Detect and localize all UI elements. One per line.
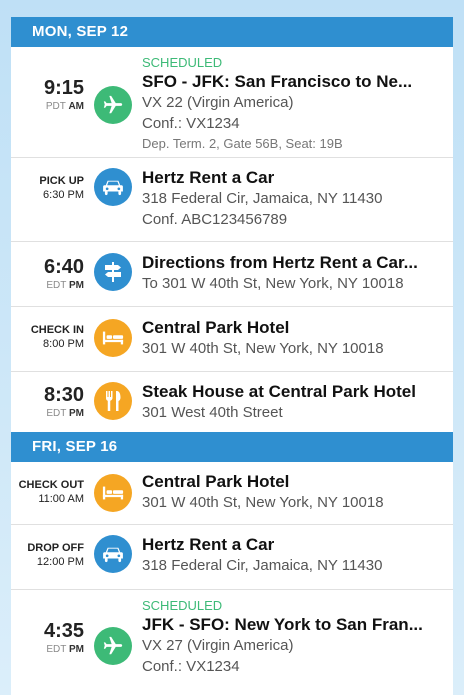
- label-block: CHECK IN 8:00 PM: [11, 323, 84, 351]
- car-icon: [94, 168, 132, 206]
- time-zone: PDT AM: [11, 100, 84, 113]
- item-details: Steak House at Central Park Hotel 301 We…: [142, 381, 443, 423]
- tz-label: EDT: [46, 408, 67, 419]
- flight-number: VX 27 (Virgin America): [142, 637, 294, 654]
- item-details: SCHEDULED JFK - SFO: New York to San Fra…: [142, 598, 443, 677]
- ampm-label: PM: [69, 644, 84, 655]
- tz-label: PDT: [45, 101, 66, 112]
- item-title: Steak House at Central Park Hotel: [142, 382, 416, 401]
- item-title: Hertz Rent a Car: [142, 168, 275, 187]
- itinerary-card: MON, SEP 12 9:15 PDT AM SCHEDULED SFO - …: [11, 17, 453, 695]
- label-block: DROP OFF 12:00 PM: [11, 541, 84, 569]
- itinerary-item-restaurant[interactable]: 8:30 EDT PM Steak House at Central Park …: [11, 372, 453, 432]
- confirmation: Conf.: VX1234: [142, 115, 240, 132]
- confirmation: Conf. ABC123456789: [142, 211, 288, 228]
- day-header-mon: MON, SEP 12: [11, 17, 453, 47]
- itinerary-item-car-pickup[interactable]: PICK UP 6:30 PM Hertz Rent a Car 318 Fed…: [11, 158, 453, 242]
- item-details: Central Park Hotel 301 W 40th St, New Yo…: [142, 471, 443, 513]
- item-title: Hertz Rent a Car: [142, 535, 275, 554]
- time-block: 4:35 EDT PM: [11, 620, 84, 656]
- event-label: DROP OFF: [27, 542, 84, 554]
- ampm-label: PM: [69, 408, 84, 419]
- confirmation: Conf.: VX1234: [142, 658, 240, 675]
- itinerary-item-hotel-checkout[interactable]: CHECK OUT 11:00 AM Central Park Hotel 30…: [11, 462, 453, 525]
- ampm-label: AM: [68, 101, 84, 112]
- time-zone: EDT PM: [11, 407, 84, 420]
- departure-info: Dep. Term. 2, Gate 56B, Seat: 19B: [142, 136, 343, 151]
- event-label: CHECK OUT: [18, 479, 84, 491]
- tz-label: EDT: [46, 644, 67, 655]
- item-details: SCHEDULED SFO - JFK: San Francisco to Ne…: [142, 55, 443, 153]
- item-title: Central Park Hotel: [142, 318, 290, 337]
- bed-icon: [94, 474, 132, 512]
- flight-number: VX 22 (Virgin America): [142, 94, 294, 111]
- time-value: 4:35: [43, 620, 84, 642]
- item-title: Directions from Hertz Rent a Car...: [142, 253, 418, 272]
- time-block: 8:30 EDT PM: [11, 384, 84, 420]
- address: 301 West 40th Street: [142, 404, 283, 421]
- label-block: CHECK OUT 11:00 AM: [11, 478, 84, 506]
- address: 318 Federal Cir, Jamaica, NY 11430: [142, 190, 383, 207]
- item-title: Central Park Hotel: [142, 472, 290, 491]
- event-time: 6:30 PM: [43, 189, 84, 201]
- directions-signpost-icon: [94, 253, 132, 291]
- plane-icon: [94, 627, 132, 665]
- itinerary-item-flight-jfk-sfo[interactable]: 4:35 EDT PM SCHEDULED JFK - SFO: New Yor…: [11, 590, 453, 690]
- plane-icon: [94, 86, 132, 124]
- address: 301 W 40th St, New York, NY 10018: [142, 494, 384, 511]
- time-zone: EDT PM: [11, 643, 84, 656]
- item-details: Hertz Rent a Car 318 Federal Cir, Jamaic…: [142, 534, 443, 576]
- event-label: CHECK IN: [30, 324, 84, 336]
- time-block: 6:40 EDT PM: [11, 256, 84, 292]
- itinerary-item-hotel-checkin[interactable]: CHECK IN 8:00 PM Central Park Hotel 301 …: [11, 307, 453, 372]
- event-label: PICK UP: [39, 175, 84, 187]
- item-title: SFO - JFK: San Francisco to Ne...: [142, 72, 413, 91]
- destination: To 301 W 40th St, New York, NY 10018: [142, 275, 404, 292]
- day-header-fri: FRI, SEP 16: [11, 432, 453, 462]
- ampm-label: PM: [69, 280, 84, 291]
- car-icon: [94, 535, 132, 573]
- address: 318 Federal Cir, Jamaica, NY 11430: [142, 557, 383, 574]
- item-details: Directions from Hertz Rent a Car... To 3…: [142, 252, 443, 294]
- label-block: PICK UP 6:30 PM: [11, 174, 84, 202]
- tz-label: EDT: [46, 280, 67, 291]
- item-details: Central Park Hotel 301 W 40th St, New Yo…: [142, 317, 443, 359]
- time-value: 6:40: [43, 256, 84, 278]
- item-details: Hertz Rent a Car 318 Federal Cir, Jamaic…: [142, 167, 443, 230]
- status-label: SCHEDULED: [142, 598, 223, 613]
- event-time: 11:00 AM: [38, 493, 84, 505]
- time-value: 8:30: [43, 384, 84, 406]
- time-block: 9:15 PDT AM: [11, 77, 84, 113]
- itinerary-item-car-dropoff[interactable]: DROP OFF 12:00 PM Hertz Rent a Car 318 F…: [11, 525, 453, 590]
- address: 301 W 40th St, New York, NY 10018: [142, 340, 384, 357]
- event-time: 8:00 PM: [43, 338, 84, 350]
- time-zone: EDT PM: [11, 279, 84, 292]
- itinerary-item-flight-sfo-jfk[interactable]: 9:15 PDT AM SCHEDULED SFO - JFK: San Fra…: [11, 47, 453, 158]
- item-title: JFK - SFO: New York to San Fran...: [142, 615, 423, 634]
- time-value: 9:15: [43, 77, 84, 99]
- itinerary-item-directions[interactable]: 6:40 EDT PM Directions from Hertz Rent a…: [11, 242, 453, 307]
- fork-knife-icon: [94, 382, 132, 420]
- event-time: 12:00 PM: [36, 556, 84, 568]
- status-label: SCHEDULED: [142, 55, 223, 70]
- bed-icon: [94, 319, 132, 357]
